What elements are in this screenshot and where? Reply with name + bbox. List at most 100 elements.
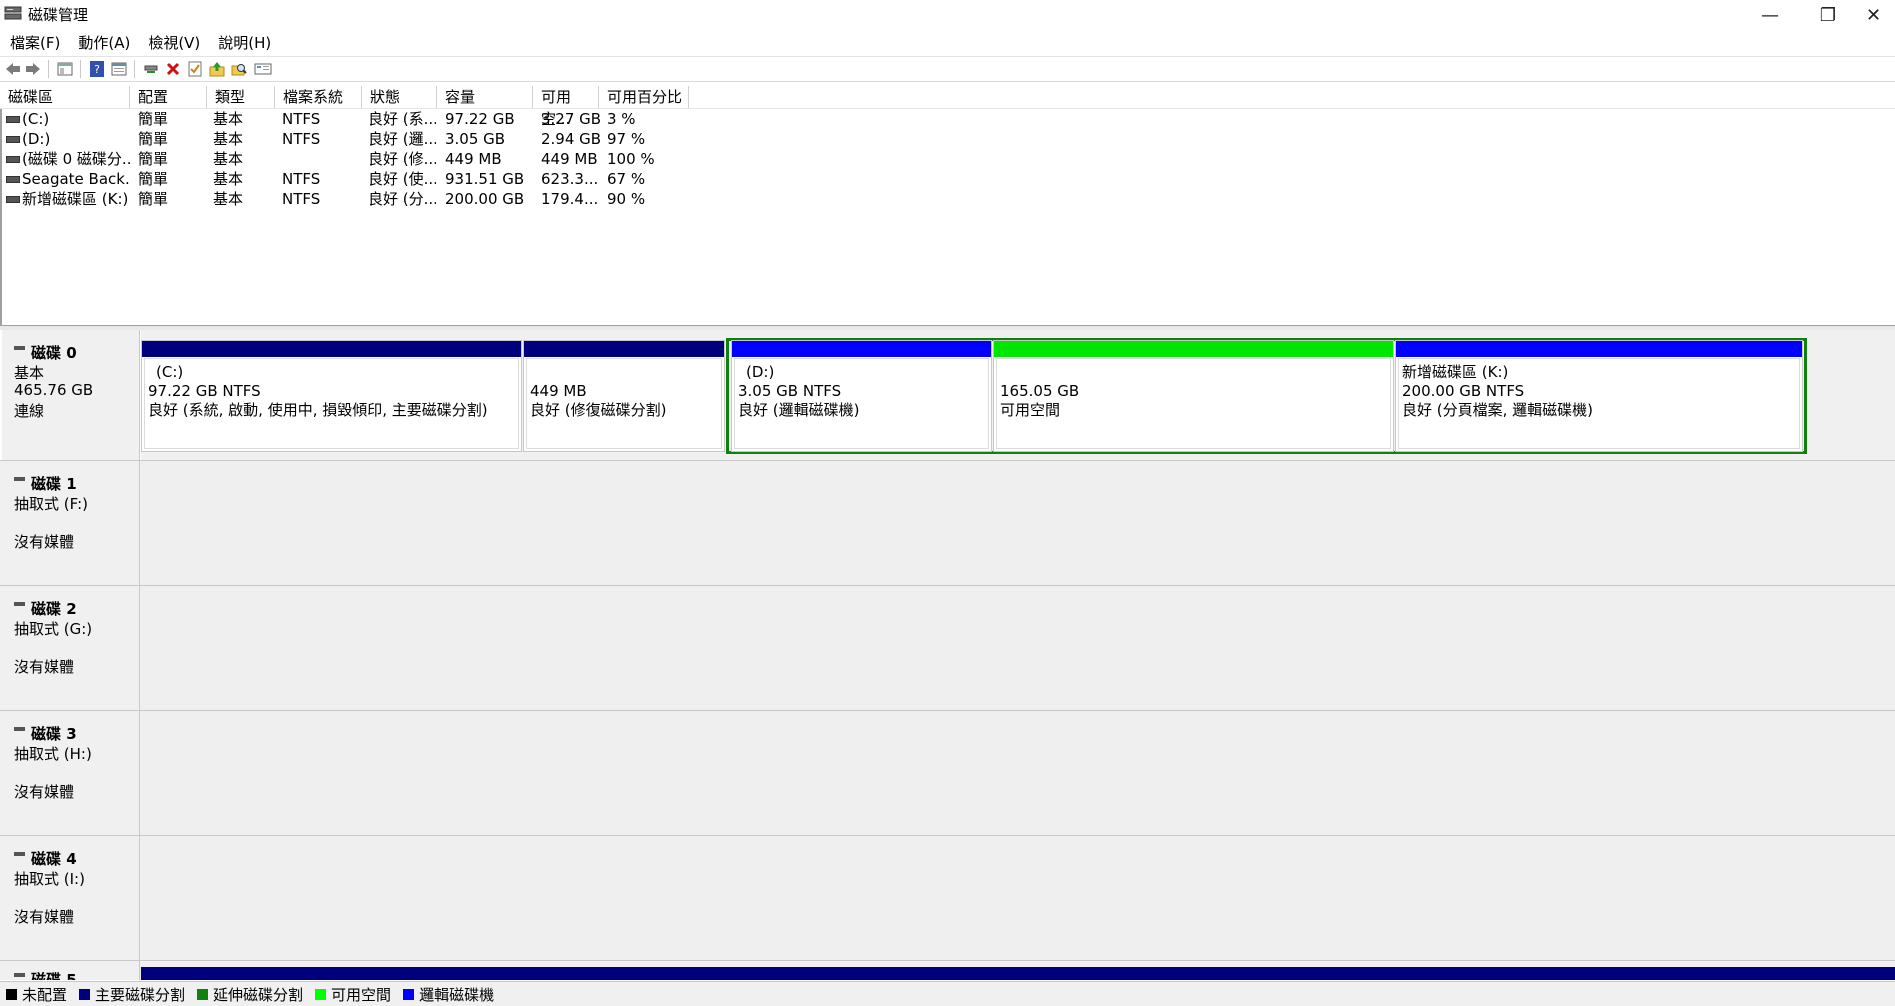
legend-unallocated: 未配置 [6, 984, 67, 1005]
partition-free-space[interactable]: 165.05 GB 可用空間 [993, 340, 1394, 452]
disk-row-1[interactable]: 磁碟 1 抽取式 (F:) 沒有媒體 [0, 461, 1895, 586]
disk-label-5[interactable]: 磁碟 5 [2, 961, 140, 980]
partition-size: 200.00 GB NTFS [1402, 382, 1525, 400]
cell-free-space: 623.3... [541, 170, 599, 188]
cell-volume-name: (D:) [22, 130, 51, 148]
disk-row-0[interactable]: 磁碟 0 基本 465.76 GB 連線 (C:) 97.22 GB NTFS … [0, 330, 1895, 461]
menu-help[interactable]: 說明(H) [210, 31, 279, 55]
view-icon[interactable] [254, 60, 272, 78]
disk-status: 沒有媒體 [14, 533, 75, 551]
partition-bar-primary [524, 341, 724, 357]
minimize-button[interactable]: — [1741, 0, 1799, 30]
cell-filesystem: NTFS [282, 190, 321, 208]
cell-percent-free: 3 % [607, 110, 636, 128]
search-folder-icon[interactable] [230, 60, 248, 78]
legend-swatch [315, 988, 327, 1000]
partition-size: 449 MB [530, 382, 587, 400]
partition-title [530, 363, 666, 382]
partition-d[interactable]: (D:) 3.05 GB NTFS 良好 (邏輯磁碟機) [731, 340, 992, 452]
show-hide-console-tree-icon[interactable] [56, 60, 74, 78]
disk-media-area [141, 836, 1895, 960]
cell-type: 基本 [213, 110, 244, 128]
volume-row[interactable]: 新增磁碟區 (K:) 簡單 基本 NTFS 良好 (分... 200.00 GB 179.4… [0, 189, 1895, 209]
properties-icon[interactable] [110, 60, 128, 78]
partition-size: 165.05 GB [1000, 382, 1080, 400]
restore-button[interactable]: ❐ [1799, 0, 1857, 30]
cell-capacity: 931.51 GB [445, 170, 525, 188]
back-arrow-icon[interactable] [4, 60, 22, 78]
cell-layout: 簡單 [138, 190, 169, 208]
cell-filesystem: NTFS [282, 110, 321, 128]
disk-media-area [141, 711, 1895, 835]
disk-status: 沒有媒體 [14, 658, 75, 676]
connect-disk-icon[interactable] [142, 60, 160, 78]
disk-icon [14, 476, 25, 481]
disk-name: 磁碟 5 [31, 971, 77, 980]
cell-capacity: 3.05 GB [445, 130, 506, 148]
close-button[interactable]: ✕ [1852, 0, 1895, 30]
disk-row-3[interactable]: 磁碟 3 抽取式 (H:) 沒有媒體 [0, 711, 1895, 836]
disk-row-2[interactable]: 磁碟 2 抽取式 (G:) 沒有媒體 [0, 586, 1895, 711]
menu-view[interactable]: 檢視(V) [140, 31, 208, 55]
help-icon[interactable]: ? [88, 60, 106, 78]
partition-bar-logical [1396, 341, 1802, 357]
disk-row-5[interactable]: 磁碟 5 [0, 961, 1895, 980]
partition-k[interactable]: 新增磁碟區 (K:) 200.00 GB NTFS 良好 (分頁檔案, 邏輯磁碟… [1395, 340, 1803, 452]
disk-label-2[interactable]: 磁碟 2 抽取式 (G:) 沒有媒體 [2, 586, 140, 710]
disk-status: 連線 [14, 402, 45, 420]
volume-row[interactable]: (C:) 簡單 基本 NTFS 良好 (系... 97.22 GB 3.27 GB 3 % [0, 109, 1895, 129]
legend-swatch [79, 988, 91, 1000]
check-icon[interactable] [186, 60, 204, 78]
column-header-filesystem[interactable]: 檔案系統 [275, 86, 362, 108]
volume-row[interactable]: Seagate Back... 簡單 基本 NTFS 良好 (使... 931.51 GB… [0, 169, 1895, 189]
disk-label-4[interactable]: 磁碟 4 抽取式 (I:) 沒有媒體 [2, 836, 140, 960]
cell-percent-free: 100 % [607, 150, 655, 168]
partition-size: 97.22 GB NTFS [148, 382, 261, 400]
volume-row[interactable]: (磁碟 0 磁碟分... 簡單 基本 良好 (修... 449 MB 449 MB 100 … [0, 149, 1895, 169]
column-header-type[interactable]: 類型 [207, 86, 275, 108]
column-header-volume[interactable]: 磁碟區 [0, 86, 130, 108]
disk-label-3[interactable]: 磁碟 3 抽取式 (H:) 沒有媒體 [2, 711, 140, 835]
cell-volume-name: 新增磁碟區 (K:) [22, 190, 129, 208]
legend-free-space: 可用空間 [315, 984, 391, 1005]
legend-label: 邏輯磁碟機 [419, 985, 495, 1004]
legend-primary: 主要磁碟分割 [79, 984, 185, 1005]
menu-file[interactable]: 檔案(F) [2, 31, 68, 55]
title-bar: 磁碟管理 — ❐ ✕ [0, 0, 1895, 30]
partition-title: (C:) [156, 363, 184, 381]
minimize-icon: — [1761, 4, 1779, 26]
column-header-free-space[interactable]: 可用空... [533, 86, 599, 128]
disk-label-1[interactable]: 磁碟 1 抽取式 (F:) 沒有媒體 [2, 461, 140, 585]
volume-icon [6, 176, 20, 183]
volume-icon [6, 156, 20, 163]
column-header-layout[interactable]: 配置 [130, 86, 207, 108]
menu-bar: 檔案(F) 動作(A) 檢視(V) 說明(H) [0, 30, 1895, 56]
cell-volume-name: (C:) [22, 110, 50, 128]
column-header-capacity[interactable]: 容量 [437, 86, 533, 108]
partition-c[interactable]: (C:) 97.22 GB NTFS 良好 (系統, 啟動, 使用中, 損毀傾印… [141, 340, 522, 452]
disk-row-4[interactable]: 磁碟 4 抽取式 (I:) 沒有媒體 [0, 836, 1895, 961]
partition-status: 良好 (修復磁碟分割) [530, 401, 667, 419]
legend-swatch [197, 988, 209, 1000]
volume-icon [6, 116, 20, 123]
disk-label-0[interactable]: 磁碟 0 基本 465.76 GB 連線 [2, 330, 140, 460]
menu-action[interactable]: 動作(A) [70, 31, 138, 55]
disk-icon [14, 601, 25, 606]
column-header-percent-free[interactable]: 可用百分比 [599, 86, 689, 108]
volume-row[interactable]: (D:) 簡單 基本 NTFS 良好 (邏... 3.05 GB 2.94 GB 97 % [0, 129, 1895, 149]
close-icon: ✕ [1865, 4, 1882, 26]
partition-bar-primary [142, 341, 521, 357]
import-folder-icon[interactable] [208, 60, 226, 78]
partition-bar-free [994, 341, 1393, 357]
disk-icon [14, 851, 25, 856]
disk-name: 磁碟 1 [31, 475, 77, 493]
column-header-status[interactable]: 狀態 [362, 86, 437, 108]
partition-recovery[interactable]: 449 MB 良好 (修復磁碟分割) [523, 340, 725, 452]
legend-extended: 延伸磁碟分割 [197, 984, 303, 1005]
delete-icon[interactable] [164, 60, 182, 78]
disk-icon [14, 972, 25, 977]
forward-arrow-icon[interactable] [24, 60, 42, 78]
volume-list-header: 磁碟區 配置 類型 檔案系統 狀態 容量 可用空... 可用百分比 [0, 86, 1895, 128]
disk-management-app-icon [4, 5, 22, 21]
cell-capacity: 449 MB [445, 150, 502, 168]
